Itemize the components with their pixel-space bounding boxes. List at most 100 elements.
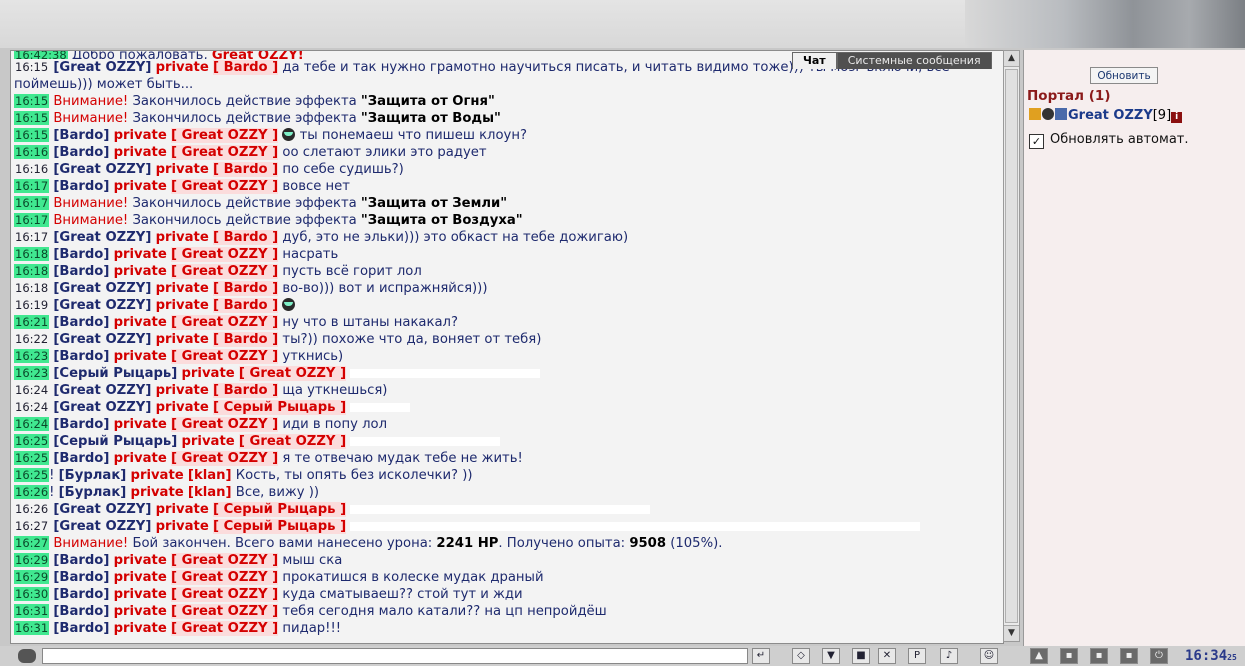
sender-nick[interactable]: [Great OZZY] xyxy=(53,332,151,347)
pm-icon[interactable]: P xyxy=(908,648,926,664)
sender-nick[interactable]: [Great OZZY] xyxy=(53,502,151,517)
private-label: private xyxy=(155,332,209,347)
warning-label: Внимание! xyxy=(53,196,129,211)
recipient-nick[interactable]: [ Great OZZY ] xyxy=(171,264,279,279)
tab-system-messages[interactable]: Системные сообщения xyxy=(836,52,992,69)
sender-nick[interactable]: [Bardo] xyxy=(53,417,109,432)
recipient-nick[interactable]: [ Great OZZY ] xyxy=(238,434,347,449)
sender-nick[interactable]: [Bardo] xyxy=(53,621,109,636)
recipient-nick[interactable]: [ Great OZZY ] xyxy=(171,553,279,568)
recipient-nick[interactable]: [ Bardo ] xyxy=(213,383,279,398)
chat-mode-icon[interactable] xyxy=(18,649,36,663)
recipient-nick[interactable]: [ Bardo ] xyxy=(213,162,279,177)
refresh-button[interactable]: Обновить xyxy=(1090,67,1158,84)
chat-line: 16:29 [Bardo] private [ Great OZZY ] мыш… xyxy=(11,552,1003,569)
sender-nick[interactable]: [Bardo] xyxy=(53,247,109,262)
recipient-nick[interactable]: [ Серый Рыцарь ] xyxy=(213,400,347,415)
sender-nick[interactable]: [Bardo] xyxy=(53,349,109,364)
chat-line: 16:23 [Серый Рыцарь] private [ Great OZZ… xyxy=(11,365,1003,382)
sender-nick[interactable]: [Bardo] xyxy=(53,570,109,585)
send-icon[interactable]: ↵ xyxy=(752,648,770,664)
recipient-nick[interactable]: [ Great OZZY ] xyxy=(171,315,279,330)
sender-nick[interactable]: [Бурлак] xyxy=(59,468,127,483)
sender-nick[interactable]: [Серый Рыцарь] xyxy=(53,366,177,381)
user-name[interactable]: Great OZZY! xyxy=(212,51,304,59)
scroll-down-icon[interactable]: ▼ xyxy=(1004,625,1019,641)
smiley-icon[interactable]: ☺ xyxy=(980,648,998,664)
sender-nick[interactable]: [Bardo] xyxy=(53,128,109,143)
chat-line: 16:24 [Bardo] private [ Great OZZY ] иди… xyxy=(11,416,1003,433)
message-text: уткнись) xyxy=(282,349,344,364)
scroll-thumb[interactable] xyxy=(1005,69,1018,623)
recipient-nick[interactable]: [klan] xyxy=(188,468,232,483)
chat-log: 16:42:38 Добро пожаловать, Great OZZY! 1… xyxy=(10,50,1004,644)
recipient-nick[interactable]: [ Great OZZY ] xyxy=(171,621,279,636)
sender-nick[interactable]: [Great OZZY] xyxy=(53,230,151,245)
filter-icon[interactable]: ▼ xyxy=(822,648,840,664)
recipient-nick[interactable]: [ Bardo ] xyxy=(213,298,279,313)
sender-nick[interactable]: [Бурлак] xyxy=(59,485,127,500)
tab-chat[interactable]: Чат xyxy=(792,52,837,69)
chat-line: 16:25 [Bardo] private [ Great OZZY ] я т… xyxy=(11,450,1003,467)
quest-icon[interactable]: ▪ xyxy=(1060,648,1078,664)
sender-nick[interactable]: [Bardo] xyxy=(53,264,109,279)
recipient-nick[interactable]: [ Серый Рыцарь ] xyxy=(213,519,347,534)
redacted-text xyxy=(350,436,501,446)
recipient-nick[interactable]: [ Great OZZY ] xyxy=(171,570,279,585)
chat-scrollbar[interactable]: ▲ ▼ xyxy=(1003,50,1020,642)
sound-icon[interactable]: ♪ xyxy=(940,648,958,664)
sender-nick[interactable]: [Bardo] xyxy=(53,553,109,568)
sender-nick[interactable]: [Great OZZY] xyxy=(53,519,151,534)
recipient-nick[interactable]: [ Bardo ] xyxy=(213,332,279,347)
recipient-nick[interactable]: [klan] xyxy=(188,485,232,500)
timestamp: 16:17 xyxy=(14,179,50,193)
private-label: private xyxy=(113,264,167,279)
sender-nick[interactable]: [Bardo] xyxy=(53,315,109,330)
user-name[interactable]: Great OZZY xyxy=(1068,108,1153,123)
sender-nick[interactable]: [Great OZZY] xyxy=(53,383,151,398)
sender-nick[interactable]: [Bardo] xyxy=(53,587,109,602)
mail-icon[interactable]: ▪ xyxy=(1120,648,1138,664)
recipient-nick[interactable]: [ Great OZZY ] xyxy=(171,604,279,619)
sender-nick[interactable]: [Bardo] xyxy=(53,604,109,619)
sender-nick[interactable]: [Great OZZY] xyxy=(53,400,151,415)
sender-nick[interactable]: [Great OZZY] xyxy=(53,298,151,313)
sender-nick[interactable]: [Серый Рыцарь] xyxy=(53,434,177,449)
recipient-nick[interactable]: [ Great OZZY ] xyxy=(171,417,279,432)
recipient-nick[interactable]: [ Great OZZY ] xyxy=(171,128,279,143)
clear-icon[interactable]: ◇ xyxy=(792,648,810,664)
sender-nick[interactable]: [Great OZZY] xyxy=(53,281,151,296)
save-icon[interactable]: ■ xyxy=(852,648,870,664)
chat-line: 16:24 [Great OZZY] private [ Bardo ] ща … xyxy=(11,382,1003,399)
recipient-nick[interactable]: [ Bardo ] xyxy=(213,60,279,75)
info-icon[interactable]: i xyxy=(1171,112,1183,123)
scroll-up-icon[interactable]: ▲ xyxy=(1004,51,1019,67)
sender-nick[interactable]: [Great OZZY] xyxy=(53,60,151,75)
message-text: Закончилось действие эффекта xyxy=(132,94,357,109)
recipient-nick[interactable]: [ Great OZZY ] xyxy=(238,366,347,381)
shop-icon[interactable]: ▪ xyxy=(1090,648,1108,664)
message-text: оо слетают элики это радует xyxy=(282,145,487,160)
recipient-nick[interactable]: [ Great OZZY ] xyxy=(171,451,279,466)
inventory-icon[interactable]: ▲ xyxy=(1030,648,1048,664)
clan-icon xyxy=(1055,108,1067,120)
character-icon[interactable]: ✕ xyxy=(878,648,896,664)
private-label: private xyxy=(113,570,167,585)
redacted-text xyxy=(350,402,411,412)
sender-nick[interactable]: [Bardo] xyxy=(53,145,109,160)
recipient-nick[interactable]: [ Great OZZY ] xyxy=(171,145,279,160)
exit-icon[interactable]: ⏻ xyxy=(1150,648,1168,664)
sender-nick[interactable]: [Great OZZY] xyxy=(53,162,151,177)
recipient-nick[interactable]: [ Серый Рыцарь ] xyxy=(213,502,347,517)
recipient-nick[interactable]: [ Bardo ] xyxy=(213,281,279,296)
sender-nick[interactable]: [Bardo] xyxy=(53,451,109,466)
recipient-nick[interactable]: [ Great OZZY ] xyxy=(171,179,279,194)
auto-refresh-checkbox[interactable]: ✓ xyxy=(1029,134,1044,149)
sender-nick[interactable]: [Bardo] xyxy=(53,179,109,194)
recipient-nick[interactable]: [ Bardo ] xyxy=(213,230,279,245)
message-input[interactable] xyxy=(42,648,748,664)
recipient-nick[interactable]: [ Great OZZY ] xyxy=(171,587,279,602)
recipient-nick[interactable]: [ Great OZZY ] xyxy=(171,349,279,364)
recipient-nick[interactable]: [ Great OZZY ] xyxy=(171,247,279,262)
chat-line: 16:18 [Bardo] private [ Great OZZY ] пус… xyxy=(11,263,1003,280)
